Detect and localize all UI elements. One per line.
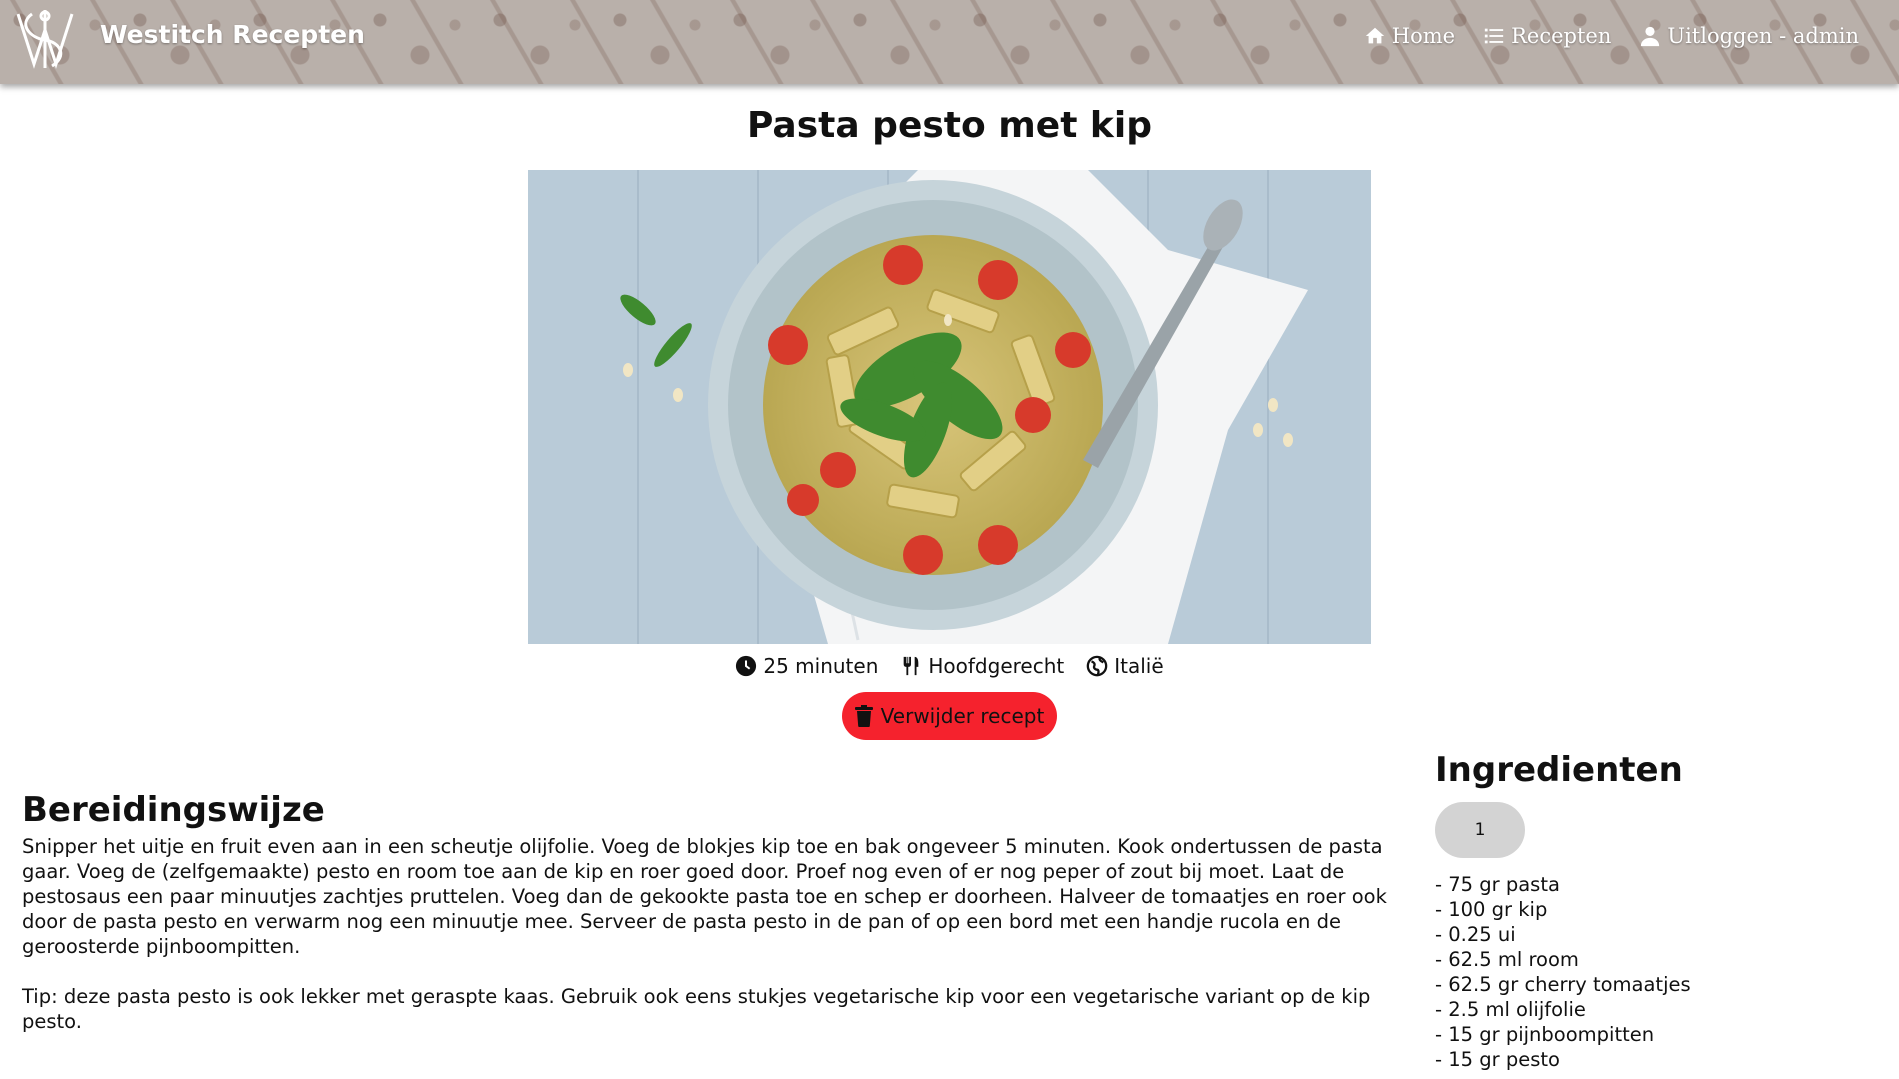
nav-recepten[interactable]: Recepten <box>1483 24 1611 48</box>
meta-cuisine-label: Italië <box>1114 654 1164 678</box>
user-icon <box>1641 26 1660 47</box>
home-icon <box>1365 27 1384 44</box>
site-header: Westitch Recepten Home Recepten Uitlogge… <box>0 0 1899 84</box>
method-section: Bereidingswijze Snipper het uitje en fru… <box>22 790 1400 1034</box>
ingredient-item: - 15 gr pijnboompitten <box>1435 1023 1655 1046</box>
ingredients-section: Ingredienten - 75 gr pasta - 100 gr kip … <box>1435 750 1875 1072</box>
ingredient-item: - 0.25 ui <box>1435 923 1516 946</box>
brand-name[interactable]: Westitch Recepten <box>100 20 365 49</box>
ingredient-item: - 75 gr pasta <box>1435 873 1560 896</box>
nav-home-label: Home <box>1391 24 1456 48</box>
main-nav: Home Recepten Uitloggen - admin <box>1364 24 1859 48</box>
recipe-photo <box>528 170 1371 644</box>
method-heading: Bereidingswijze <box>22 790 325 830</box>
recipe-meta: 25 minuten Hoofdgerecht Italië <box>0 654 1899 678</box>
recipe-title: Pasta pesto met kip <box>747 105 1152 146</box>
globe-icon <box>1086 655 1108 677</box>
meta-cuisine: Italië <box>1086 654 1164 678</box>
meta-time: 25 minuten <box>735 654 878 678</box>
ingredient-item: - 15 gr pesto <box>1435 1048 1560 1071</box>
nav-logout-label: Uitloggen - admin <box>1667 24 1859 48</box>
westitch-logo[interactable] <box>12 6 78 72</box>
method-tip: Tip: deze pasta pesto is ook lekker met … <box>22 985 1371 1033</box>
ingredient-item: - 2.5 ml olijfolie <box>1435 998 1586 1021</box>
trash-icon <box>854 705 873 727</box>
meta-course-label: Hoofdgerecht <box>928 654 1065 678</box>
nav-logout[interactable]: Uitloggen - admin <box>1639 24 1859 48</box>
meta-course: Hoofdgerecht <box>900 654 1064 678</box>
ingredient-item: - 62.5 gr cherry tomaatjes <box>1435 973 1691 996</box>
delete-recipe-label: Verwijder recept <box>880 704 1045 728</box>
clock-icon <box>736 655 757 677</box>
nav-recepten-label: Recepten <box>1511 24 1612 48</box>
nav-home[interactable]: Home <box>1364 24 1455 48</box>
ingredients-heading: Ingredienten <box>1435 750 1683 790</box>
meta-time-label: 25 minuten <box>763 654 879 678</box>
ingredient-item: - 100 gr kip <box>1435 898 1548 921</box>
servings-input[interactable] <box>1435 802 1525 858</box>
utensils-icon <box>904 656 919 676</box>
ingredient-list: - 75 gr pasta - 100 gr kip - 0.25 ui - 6… <box>1435 872 1875 1072</box>
method-paragraph: Snipper het uitje en fruit even aan in e… <box>22 835 1387 958</box>
ingredient-item: - 62.5 ml room <box>1435 948 1579 971</box>
delete-recipe-button[interactable]: Verwijder recept <box>842 692 1057 740</box>
list-icon <box>1484 28 1504 44</box>
